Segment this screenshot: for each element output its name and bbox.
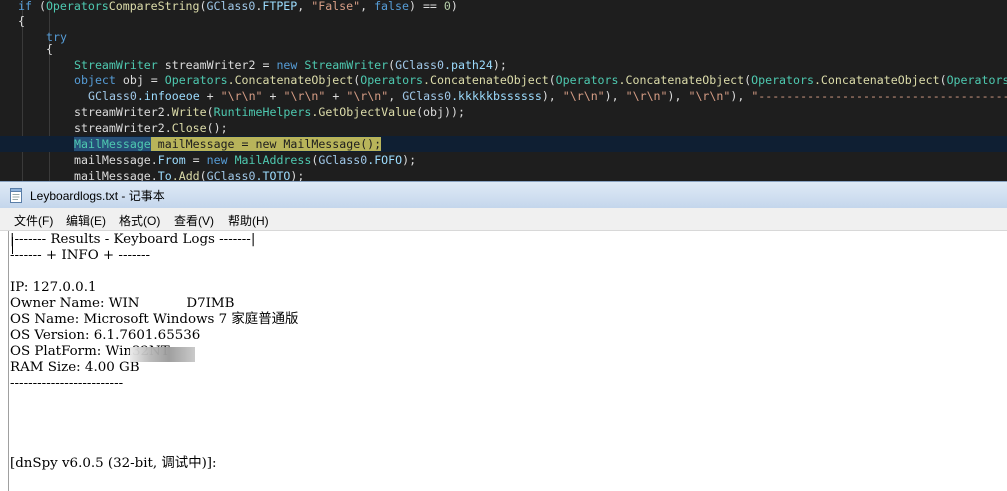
menu-help[interactable]: 帮助(H) (228, 212, 269, 229)
current-statement-highlight: mailMessage = new MailMessage(); (150, 137, 382, 151)
menu-edit[interactable]: 编辑(E) (66, 212, 106, 229)
text-caret (12, 237, 13, 254)
text-line: [dnSpy v6.0.5 (32-bit, 调试中)]: (10, 456, 217, 471)
notepad-icon (10, 188, 22, 203)
text-line: Owner Name: WIN D7IMB (10, 296, 235, 311)
text-line (10, 440, 298, 456)
text-line: OS Name: Microsoft Windows 7 家庭普通版 (10, 312, 299, 327)
code-line-streamwriter[interactable]: StreamWriter streamWriter2 = new StreamW… (0, 57, 1007, 73)
text-line: |------- Results - Keyboard Logs -------… (10, 232, 256, 247)
notepad-window[interactable]: Leyboardlogs.txt - 记事本 文件(F) 编辑(E) 格式(O)… (0, 181, 1007, 491)
code-editor[interactable]: if (OperatorsCompareString(GClass0.FTPEP… (0, 0, 1007, 181)
text-line: IP: 127.0.0.1 (10, 280, 97, 295)
redaction-blur (130, 347, 195, 362)
text-line: OS Version: 6.1.7601.65536 (10, 328, 201, 343)
window-title: Leyboardlogs.txt - 记事本 (30, 189, 165, 203)
code-line-write[interactable]: streamWriter2.Write(RuntimeHelpers.GetOb… (0, 104, 1007, 120)
code-line-if[interactable]: if (OperatorsCompareString(GClass0.FTPEP… (0, 0, 1007, 14)
text-editor-area[interactable]: |------- Results - Keyboard Logs -------… (8, 231, 1007, 491)
menu-file[interactable]: 文件(F) (14, 212, 53, 229)
text-line (10, 392, 298, 408)
menu-bar: 文件(F) 编辑(E) 格式(O) 查看(V) 帮助(H) (0, 208, 1007, 231)
code-line-object[interactable]: object obj = Operators.ConcatenateObject… (0, 72, 1007, 88)
code-line-close[interactable]: streamWriter2.Close(); (0, 120, 1007, 136)
code-line-from[interactable]: mailMessage.From = new MailAddress(GClas… (0, 152, 1007, 168)
code-line-brace: { (18, 14, 25, 28)
code-line-concat[interactable]: GClass0.infooeoe + "\r\n" + "\r\n" + "\r… (0, 88, 1007, 104)
text-line: ------------------------- (10, 376, 124, 391)
window-titlebar[interactable]: Leyboardlogs.txt - 记事本 (0, 181, 1007, 208)
text-line: RAM Size: 4.00 GB (10, 360, 140, 375)
text-line: ------- + INFO + ------- (10, 248, 151, 263)
code-line-brace: { (46, 42, 53, 56)
text-line (10, 264, 298, 280)
text-line (10, 424, 298, 440)
code-line-mailmessage-current[interactable]: MailMessage mailMessage = new MailMessag… (0, 136, 1007, 152)
code-line-to[interactable]: mailMessage.To.Add(GClass0.TOTO); (0, 168, 1007, 181)
selected-token[interactable]: MailMessage (74, 137, 151, 151)
text-line (10, 408, 298, 424)
menu-view[interactable]: 查看(V) (174, 212, 214, 229)
menu-format[interactable]: 格式(O) (119, 212, 160, 229)
